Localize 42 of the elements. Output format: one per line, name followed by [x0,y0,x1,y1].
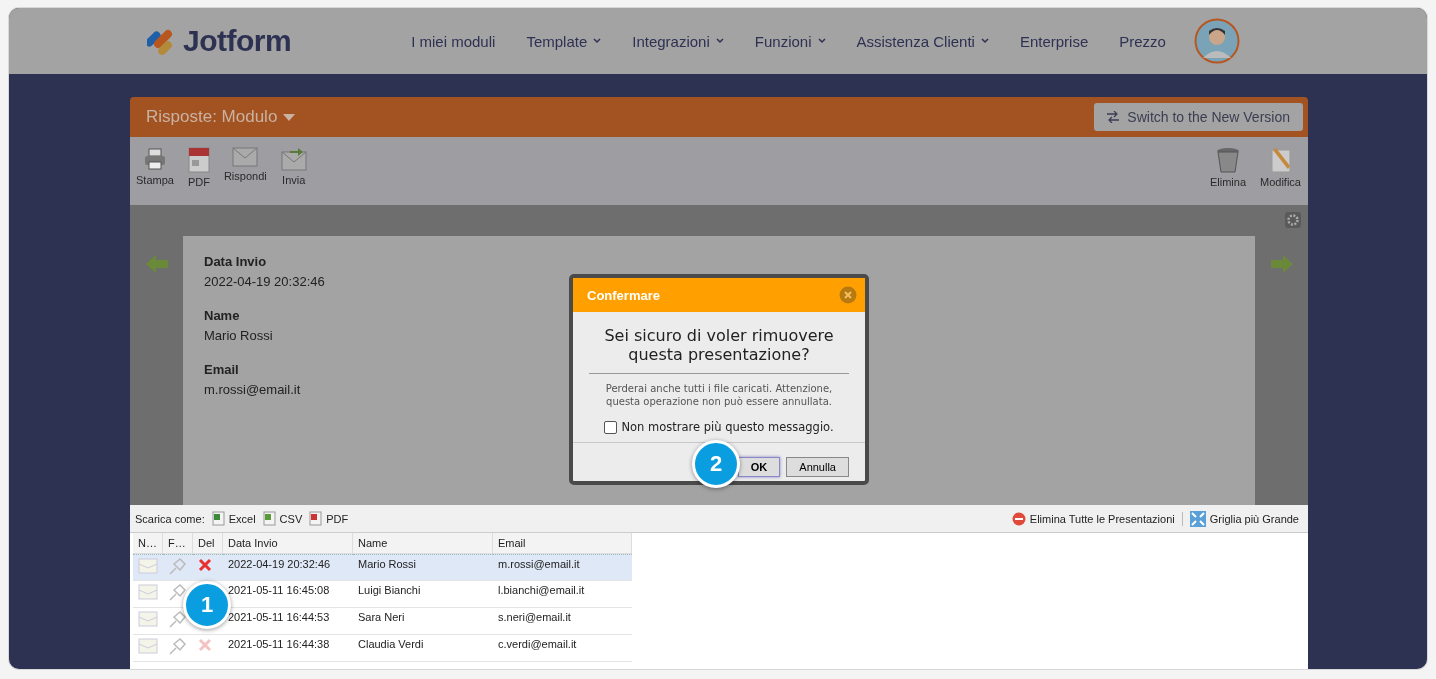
column-header[interactable]: Data Invio [223,533,353,554]
toolbar-button[interactable]: Rispondi [223,147,267,182]
column-header[interactable]: Name [353,533,493,554]
toolbar-button[interactable]: Modifica [1260,147,1301,188]
nav-link[interactable]: Integrazioni [632,32,724,50]
field-value: Mario Rossi [204,328,273,343]
table-cell: 2022-04-19 20:32:46 [223,554,353,581]
field-label: Email [204,362,239,377]
column-header[interactable]: N… [133,533,163,554]
field-value: 2022-04-19 20:32:46 [204,274,325,289]
download-link[interactable]: CSV [262,511,303,526]
switch-version-button[interactable]: Switch to the New Version [1094,103,1303,131]
grid-action-link[interactable]: Griglia più Grande [1189,510,1299,527]
toolbar-button[interactable]: Invia [280,147,307,186]
toolbar-button[interactable]: PDF [187,147,210,188]
nav-link[interactable]: Assistenza Clienti [856,32,989,50]
field-label: Name [204,308,240,323]
toolbar-button[interactable]: Stampa [136,147,174,186]
field-value: m.rossi@email.it [204,382,301,397]
download-link[interactable]: Excel [211,511,256,526]
dialog-question: Sei sicuro di voler rimuovere questa presentazione? [589,326,849,374]
column-header[interactable]: F… [163,533,193,554]
download-link[interactable]: PDF [309,511,349,526]
toolbar-button[interactable]: Elimina [1209,147,1247,188]
dialog-title: Confermare [587,287,660,303]
nav-link[interactable]: I miei moduli [411,32,496,50]
dialog-message: Perderai anche tutti i file caricati. Attenzione, questa operazione non può essere annullata. [604,383,834,408]
logo-text[interactable]: Jotform [183,24,292,58]
nav-link[interactable]: Prezzo [1119,32,1166,50]
cancel-button[interactable]: Annulla [786,457,849,477]
nav-link[interactable]: Funzioni [754,32,826,50]
nav-link[interactable]: Template [526,32,602,50]
grid-action-link[interactable]: Elimina Tutte le Presentazioni [1011,511,1175,526]
column-header[interactable]: Email [493,533,632,554]
field-label: Data Invio [204,254,267,269]
table-cell: Mario Rossi [353,554,493,581]
nav-link[interactable]: Enterprise [1019,32,1089,50]
dont-show-checkbox[interactable]: Non mostrare più questo messaggio. [604,420,834,434]
table-cell: m.rossi@email.it [493,554,632,581]
ok-button[interactable]: OK [737,457,781,477]
download-label: Scarica come: [135,512,205,525]
column-header[interactable]: Del [193,533,223,554]
